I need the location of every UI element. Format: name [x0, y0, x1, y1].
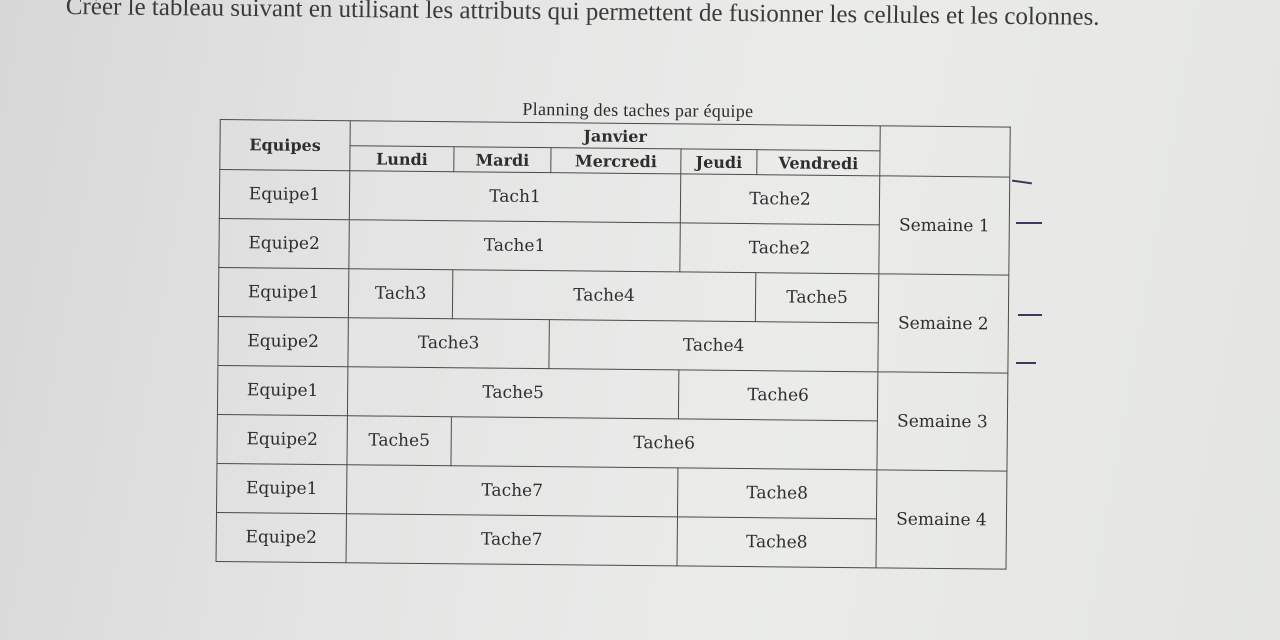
header-equipes: Equipes	[219, 119, 351, 171]
task-cell: Tache3	[347, 317, 550, 369]
team-cell: Equipe1	[217, 365, 348, 416]
table-row: Equipe1 Tach3 Tache4 Tache5 Semaine 2	[218, 267, 1009, 374]
planning-table: Equipes Janvier Lundi Mardi Mercredi Jeu…	[216, 119, 1011, 570]
team-cell: Equipe1	[219, 169, 350, 220]
task-cell: Tache7	[346, 464, 678, 517]
task-cell: Tache5	[755, 272, 879, 323]
team-cell: Equipe2	[217, 316, 349, 367]
pen-mark	[1016, 362, 1036, 364]
table-row: Equipe1 Tache5 Tache6 Semaine 3	[217, 365, 1008, 472]
team-cell: Equipe2	[216, 512, 347, 563]
task-cell: Tache5	[347, 366, 679, 419]
team-cell: Equipe1	[218, 267, 349, 318]
table-row: Equipe1 Tache7 Tache8 Semaine 4	[216, 463, 1007, 570]
header-day: Lundi	[349, 145, 455, 172]
header-day: Mercredi	[550, 147, 682, 174]
task-cell: Tache6	[678, 369, 878, 421]
planning-table-container: Planning des taches par équipe Equipes J…	[216, 96, 1020, 570]
pen-mark	[1018, 314, 1042, 316]
task-cell: Tache7	[346, 513, 678, 566]
week-cell: Semaine 1	[878, 175, 1010, 276]
table-row: Equipe1 Tach1 Tache2 Semaine 1	[219, 169, 1010, 276]
task-cell: Tache8	[677, 467, 877, 519]
team-cell: Equipe2	[216, 414, 348, 465]
header-row-month: Equipes Janvier	[219, 119, 1011, 178]
week-cell: Semaine 3	[876, 371, 1008, 472]
task-cell: Tach1	[349, 170, 681, 223]
task-cell: Tache4	[548, 319, 879, 372]
task-cell: Tache5	[346, 415, 452, 466]
week-cell: Semaine 2	[877, 273, 1009, 374]
task-cell: Tache2	[680, 173, 880, 225]
header-day: Mardi	[453, 146, 552, 173]
task-cell: Tach3	[348, 268, 453, 319]
team-cell: Equipe2	[218, 218, 350, 269]
task-cell: Tache4	[452, 269, 756, 322]
team-cell: Equipe1	[216, 463, 347, 514]
task-cell: Tache1	[348, 219, 681, 272]
header-empty	[879, 125, 1011, 178]
pen-mark	[1016, 222, 1042, 224]
header-day: Vendredi	[756, 149, 881, 176]
task-cell: Tache6	[450, 416, 878, 470]
exercise-instruction: Créer le tableau suivant en utilisant le…	[65, 0, 1100, 31]
task-cell: Tache2	[679, 222, 880, 274]
week-cell: Semaine 4	[876, 469, 1007, 570]
header-day: Jeudi	[680, 148, 758, 175]
task-cell: Tache8	[677, 516, 877, 568]
